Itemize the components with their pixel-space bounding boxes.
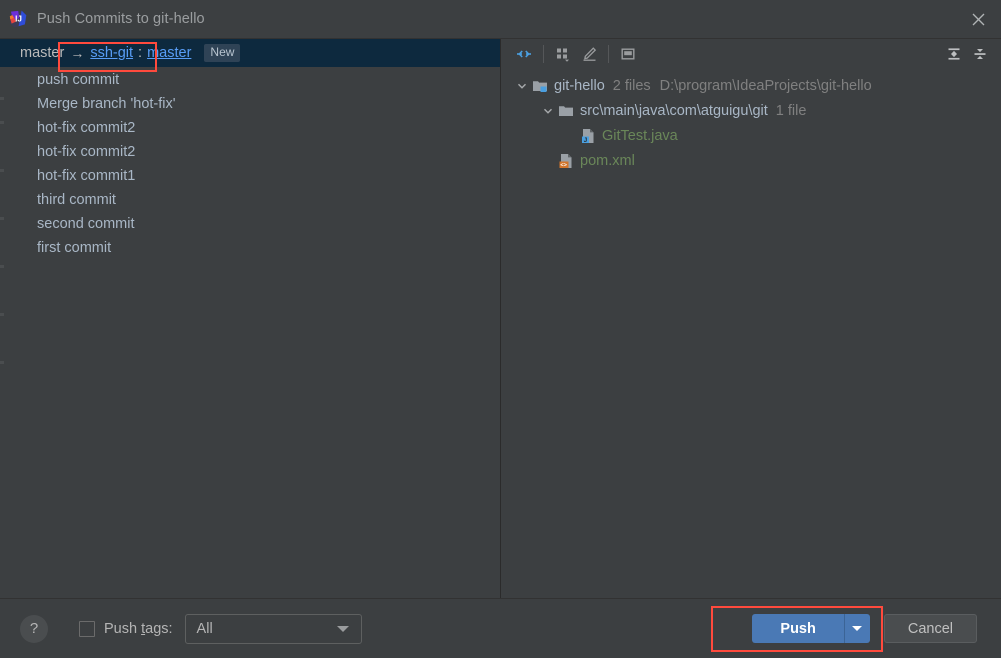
close-icon[interactable] <box>955 0 1001 38</box>
edit-source-icon[interactable] <box>576 42 602 66</box>
file-count-label: 2 files <box>612 77 651 94</box>
commit-row[interactable]: Merge branch 'hot-fix' <box>0 92 500 116</box>
dialog-body: master → ssh-git : master New push commi… <box>0 38 1001 598</box>
file-tree-row[interactable]: src\main\java\com\atguigu\git 1 file <box>501 98 1001 123</box>
file-tree-label: git-hello <box>554 77 605 94</box>
graph-tick <box>0 217 4 220</box>
svg-text:IJ: IJ <box>15 14 22 23</box>
remote-name-link[interactable]: ssh-git <box>90 45 133 61</box>
branch-spec-row[interactable]: master → ssh-git : master New <box>0 39 500 67</box>
help-button[interactable]: ? <box>20 614 48 643</box>
window-title: Push Commits to git-hello <box>37 11 205 27</box>
push-tags-select-value: All <box>196 620 213 637</box>
toolbar-separator <box>608 45 609 63</box>
chevron-down-icon[interactable] <box>515 79 529 93</box>
show-diff-icon[interactable] <box>511 42 537 66</box>
push-button[interactable]: Push <box>752 614 844 643</box>
commit-row[interactable]: first commit <box>0 236 500 260</box>
graph-tick <box>0 97 4 100</box>
commit-message: first commit <box>37 240 112 256</box>
commit-list: push commit Merge branch 'hot-fix' hot-fix… <box>0 67 500 260</box>
svg-text:<>: <> <box>560 162 567 168</box>
graph-tick <box>0 361 4 364</box>
files-toolbar <box>501 39 1001 69</box>
file-tree-label: src\main\java\com\atguigu\git <box>580 102 768 119</box>
folder-icon <box>558 103 574 119</box>
chevron-down-icon[interactable] <box>541 104 555 118</box>
graph-tick <box>0 121 4 124</box>
collapse-all-icon[interactable] <box>967 42 993 66</box>
commit-message: third commit <box>37 192 116 208</box>
commit-row[interactable]: hot-fix commit2 <box>0 140 500 164</box>
commit-message: hot-fix commit2 <box>37 144 136 160</box>
local-branch-label: master <box>20 45 65 61</box>
cancel-button[interactable]: Cancel <box>883 614 977 643</box>
file-tree-row[interactable]: git-hello 2 files D:\program\IdeaProjects\… <box>501 73 1001 98</box>
chevron-down-icon <box>852 626 863 631</box>
push-commits-dialog: IJ Push Commits to git-hello master → ss… <box>0 0 1001 658</box>
chevron-down-icon <box>336 625 349 632</box>
commit-message: hot-fix commit1 <box>37 168 136 184</box>
push-split-button: Push <box>752 614 870 643</box>
intellij-idea-logo-icon: IJ <box>9 10 27 28</box>
dialog-bottom-bar: ? Push tags: All Push Cancel <box>0 598 1001 658</box>
files-panel: git-hello 2 files D:\program\IdeaProjects\… <box>501 39 1001 598</box>
graph-tick <box>0 169 4 172</box>
file-count-label: 1 file <box>775 102 807 119</box>
target-branch-link[interactable]: master <box>147 45 191 61</box>
java-file-icon: J <box>580 128 596 144</box>
expand-all-icon[interactable] <box>941 42 967 66</box>
branch-separator: : <box>138 45 143 61</box>
push-tags-label-pre: Push <box>104 620 142 637</box>
push-tags-checkbox[interactable] <box>79 620 95 637</box>
commits-panel: master → ssh-git : master New push commi… <box>0 39 501 598</box>
commit-row[interactable]: hot-fix commit1 <box>0 164 500 188</box>
push-tags-label-post: ags: <box>145 620 173 637</box>
title-bar: IJ Push Commits to git-hello <box>0 0 1001 38</box>
push-tags-select[interactable]: All <box>184 613 362 644</box>
commit-row[interactable]: third commit <box>0 188 500 212</box>
graph-tick <box>0 265 4 268</box>
arrow-icon: → <box>70 45 85 61</box>
folder-module-icon <box>532 78 548 94</box>
commit-message: push commit <box>37 72 120 88</box>
commit-row[interactable]: second commit <box>0 212 500 236</box>
commit-message: second commit <box>37 216 135 232</box>
push-options-dropdown-button[interactable] <box>843 614 870 643</box>
new-badge: New <box>204 44 241 62</box>
changed-files-tree: git-hello 2 files D:\program\IdeaProjects\… <box>501 69 1001 598</box>
file-tree-row[interactable]: J GitTest.java <box>501 123 1001 148</box>
commit-message: Merge branch 'hot-fix' <box>37 96 176 112</box>
file-tree-label: pom.xml <box>580 152 635 169</box>
push-tags-group: Push tags: All <box>79 613 362 644</box>
xml-file-icon: <> <box>558 153 574 169</box>
graph-tick <box>0 313 4 316</box>
push-tags-label: Push tags: <box>104 621 173 637</box>
preview-diff-icon[interactable] <box>615 42 641 66</box>
file-tree-label: GitTest.java <box>602 127 678 144</box>
svg-text:J: J <box>584 136 588 143</box>
commit-row[interactable]: hot-fix commit2 <box>0 116 500 140</box>
file-tree-row[interactable]: <> pom.xml <box>501 148 1001 173</box>
toolbar-separator <box>543 45 544 63</box>
project-path-label: D:\program\IdeaProjects\git-hello <box>659 77 872 94</box>
commit-row[interactable]: push commit <box>0 68 500 92</box>
commit-message: hot-fix commit2 <box>37 120 136 136</box>
group-by-icon[interactable] <box>550 42 576 66</box>
